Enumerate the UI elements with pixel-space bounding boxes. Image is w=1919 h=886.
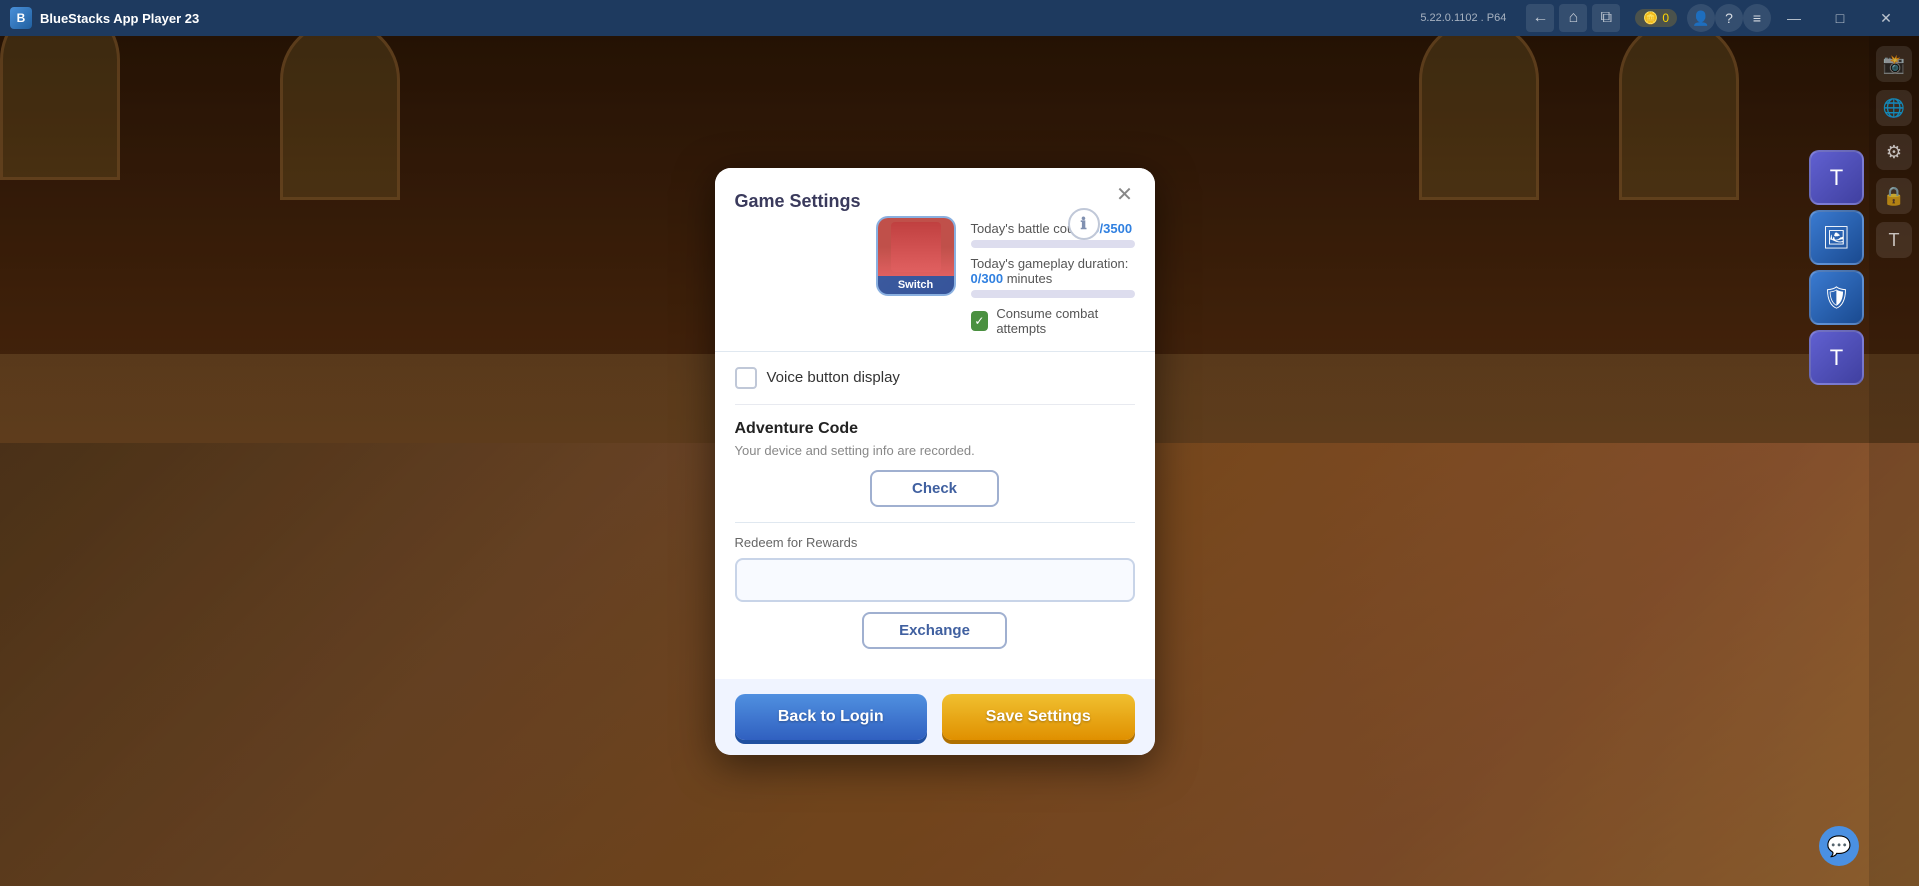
dialog-header: Game Settings ✕ 😺 Switch Today's battle … — [715, 168, 1155, 352]
dialog-title: Game Settings — [735, 186, 861, 212]
gameplay-duration-row: Today's gameplay duration: 0/300 minutes — [971, 256, 1135, 286]
dialog-backdrop: Game Settings ✕ 😺 Switch Today's battle … — [0, 36, 1869, 886]
gameplay-value: 0/300 — [971, 271, 1004, 286]
app-title: BlueStacks App Player 23 — [40, 11, 1420, 26]
help-button[interactable]: ? — [1715, 4, 1743, 32]
titlebar: B BlueStacks App Player 23 5.22.0.1102 .… — [0, 0, 1919, 36]
redeem-label: Redeem for Rewards — [735, 535, 1135, 550]
avatar-label: Switch — [878, 276, 954, 294]
consume-label: Consume combat attempts — [996, 306, 1134, 336]
character-avatar: 😺 Switch — [876, 216, 956, 296]
app-logo: B — [10, 7, 32, 29]
save-settings-button[interactable]: Save Settings — [942, 694, 1135, 740]
gameplay-progress — [971, 290, 1135, 298]
coin-display: 🪙 0 — [1635, 9, 1677, 27]
exchange-button[interactable]: Exchange — [862, 612, 1007, 649]
sidebar-icon-camera[interactable]: 📸 — [1876, 46, 1912, 82]
back-button[interactable]: ← — [1526, 4, 1554, 32]
menu-button[interactable]: ≡ — [1743, 4, 1771, 32]
coin-count: 0 — [1662, 11, 1669, 25]
gameplay-label: Today's gameplay duration: — [971, 256, 1129, 271]
dialog-close-button[interactable]: ✕ — [1110, 180, 1140, 210]
coin-icon: 🪙 — [1643, 11, 1658, 25]
consume-check-icon: ✓ — [971, 311, 989, 331]
voice-label: Voice button display — [767, 369, 900, 386]
battle-count-progress — [971, 240, 1135, 248]
adventure-code-desc: Your device and setting info are recorde… — [735, 443, 1135, 458]
info-button[interactable]: ℹ — [1068, 208, 1100, 240]
back-to-login-button[interactable]: Back to Login — [735, 694, 928, 740]
profile-button[interactable]: 👤 — [1687, 4, 1715, 32]
right-sidebar: 📸 🌐 ⚙ 🔒 T — [1869, 36, 1919, 886]
battle-count-row: Today's battle count: 0/3500 — [971, 221, 1135, 236]
voice-section: Voice button display — [735, 367, 1135, 405]
maximize-button[interactable]: □ — [1817, 0, 1863, 36]
close-button[interactable]: ✕ — [1863, 0, 1909, 36]
redeem-section: Redeem for Rewards Exchange — [735, 535, 1135, 649]
titlebar-nav: ← ⌂ ⧉ — [1526, 4, 1620, 32]
sidebar-icon-settings[interactable]: ⚙ — [1876, 134, 1912, 170]
consume-row: ✓ Consume combat attempts — [971, 306, 1135, 336]
redeem-input[interactable] — [735, 558, 1135, 602]
voice-checkbox[interactable] — [735, 367, 757, 389]
dialog-footer: Back to Login Save Settings — [715, 679, 1155, 755]
minimize-button[interactable]: — — [1771, 0, 1817, 36]
adventure-code-section: Adventure Code Your device and setting i… — [735, 420, 1135, 507]
sidebar-icon-security[interactable]: 🔒 — [1876, 178, 1912, 214]
avatar-character — [878, 218, 954, 276]
app-version: 5.22.0.1102 . P64 — [1420, 12, 1506, 24]
check-button[interactable]: Check — [870, 470, 999, 507]
home-button[interactable]: ⌂ — [1559, 4, 1587, 32]
window-controls: — □ ✕ — [1771, 0, 1909, 36]
game-settings-dialog: Game Settings ✕ 😺 Switch Today's battle … — [715, 168, 1155, 755]
sidebar-icon-web[interactable]: 🌐 — [1876, 90, 1912, 126]
separator — [735, 522, 1135, 523]
adventure-code-title: Adventure Code — [735, 420, 1135, 438]
gameplay-unit: minutes — [1007, 271, 1053, 286]
sidebar-icon-text[interactable]: T — [1876, 222, 1912, 258]
copy-button[interactable]: ⧉ — [1592, 4, 1620, 32]
dialog-body: Voice button display Adventure Code Your… — [715, 352, 1155, 679]
